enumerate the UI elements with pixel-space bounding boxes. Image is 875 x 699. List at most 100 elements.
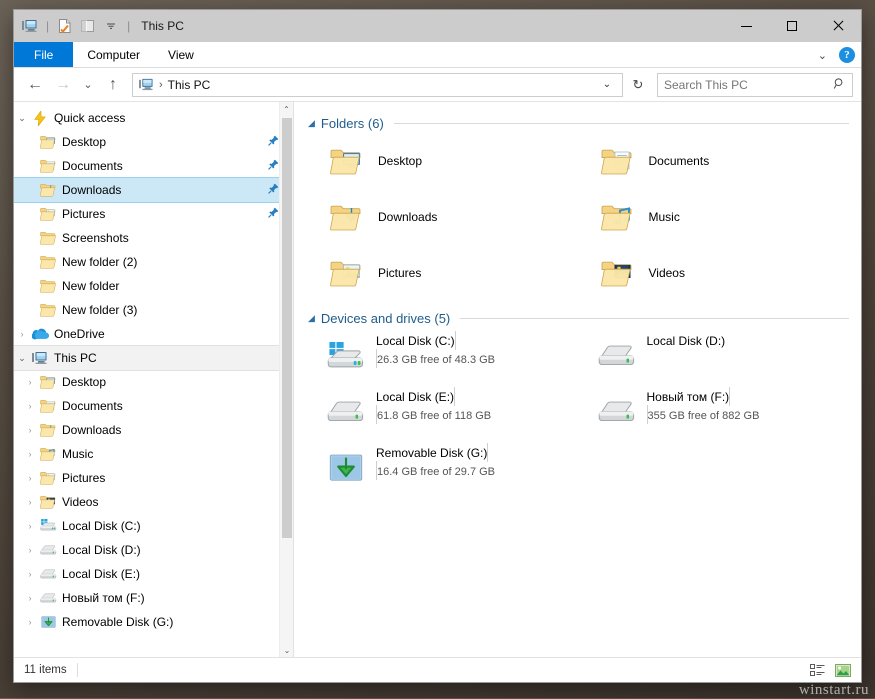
tab-view[interactable]: View	[154, 42, 208, 67]
nav-scrollbar[interactable]: ⌃ ⌄	[279, 102, 293, 657]
up-button[interactable]: ↑	[100, 72, 126, 98]
tree-item-label: Local Disk (E:)	[62, 567, 140, 581]
tree-item-downloads[interactable]: Downloads	[14, 178, 293, 202]
chevron-right-icon[interactable]: ›	[22, 401, 38, 411]
tree-item-removable-disk-g[interactable]: ›Removable Disk (G:)	[14, 610, 293, 634]
folder-tile[interactable]: Downloads	[308, 189, 579, 245]
tree-item-local-disk-d[interactable]: ›Local Disk (D:)	[14, 538, 293, 562]
expand-ribbon-icon[interactable]: ⌄	[814, 49, 831, 62]
tree-item-documents[interactable]: Documents	[14, 154, 293, 178]
folder-documents-icon	[38, 159, 58, 173]
tree-item-downloads[interactable]: › Downloads	[14, 418, 293, 442]
folder-tile[interactable]: Desktop	[308, 133, 579, 189]
address-dropdown-icon[interactable]: ⌄	[596, 79, 618, 90]
tree-item-screenshots[interactable]: Screenshots	[14, 226, 293, 250]
pin-icon[interactable]	[268, 207, 279, 221]
refresh-button[interactable]: ↻	[625, 73, 651, 97]
window-controls	[723, 10, 861, 42]
folder-tile[interactable]: Documents	[579, 133, 850, 189]
drive-tile[interactable]: Local Disk (C:)26.3 GB free of 48.3 GB	[308, 328, 579, 384]
properties-icon[interactable]	[55, 16, 75, 36]
title-bar: | | This PC	[14, 10, 861, 42]
chevron-right-icon[interactable]: ›	[22, 425, 38, 435]
drive-tile[interactable]: Local Disk (E:)61.8 GB free of 118 GB	[308, 384, 579, 440]
drive-tile[interactable]: Новый том (F:)355 GB free of 882 GB	[579, 384, 850, 440]
chevron-right-icon[interactable]: ›	[22, 593, 38, 603]
tree-item-desktop[interactable]: Desktop	[14, 130, 293, 154]
drive-free-space: 16.4 GB free of 29.7 GB	[377, 466, 495, 478]
scroll-down-icon[interactable]: ⌄	[280, 643, 294, 657]
folder-tile[interactable]: Pictures	[308, 245, 579, 301]
chevron-right-icon[interactable]: ›	[22, 449, 38, 459]
tree-item-new-folder-2[interactable]: New folder (2)	[14, 250, 293, 274]
drive-tile[interactable]: Local Disk (D:)	[579, 328, 850, 384]
window-title: This PC	[141, 19, 184, 33]
group-header-folders[interactable]: ◢ Folders (6)	[308, 116, 849, 131]
scroll-thumb[interactable]	[282, 118, 292, 538]
collapse-triangle-icon[interactable]: ◢	[308, 313, 315, 324]
chevron-right-icon[interactable]: ›	[22, 497, 38, 507]
chevron-right-icon[interactable]: ›	[22, 521, 38, 531]
recent-locations-button[interactable]: ⌄	[78, 72, 98, 98]
pin-icon[interactable]	[268, 183, 279, 197]
this-pc-icon[interactable]	[20, 16, 40, 36]
tab-computer[interactable]: Computer	[73, 42, 154, 67]
help-icon[interactable]: ?	[839, 47, 855, 63]
address-bar: ← → ⌄ ↑ › This PC ⌄ ↻ Search This PC	[14, 68, 861, 102]
chevron-down-icon[interactable]: ⌄	[14, 113, 30, 124]
tree-item-f[interactable]: ›Новый том (F:)	[14, 586, 293, 610]
chevron-right-icon[interactable]: ›	[22, 377, 38, 387]
site-watermark: winstart.ru	[799, 682, 869, 699]
chevron-right-icon[interactable]: ›	[22, 569, 38, 579]
tree-item-this-pc[interactable]: ⌄ This PC	[14, 346, 293, 370]
tab-file[interactable]: File	[14, 42, 73, 67]
back-button[interactable]: ←	[22, 72, 48, 98]
tree-item-pictures[interactable]: ›Pictures	[14, 466, 293, 490]
maximize-button[interactable]	[769, 10, 815, 42]
tree-item-local-disk-c[interactable]: ›Local Disk (C:)	[14, 514, 293, 538]
tree-item-pictures[interactable]: Pictures	[14, 202, 293, 226]
new-folder-icon[interactable]	[78, 16, 98, 36]
tree-item-new-folder-3[interactable]: New folder (3)	[14, 298, 293, 322]
chevron-right-icon[interactable]: ›	[22, 473, 38, 483]
address-breadcrumb-field[interactable]: › This PC ⌄	[132, 73, 623, 97]
minimize-button[interactable]	[723, 10, 769, 42]
breadcrumb-this-pc[interactable]: This PC	[168, 78, 211, 92]
customize-chevron-icon[interactable]	[101, 16, 121, 36]
search-box[interactable]: Search This PC	[657, 73, 853, 97]
large-icons-view-icon[interactable]	[833, 661, 853, 680]
close-button[interactable]	[815, 10, 861, 42]
tree-item-videos[interactable]: ›Videos	[14, 490, 293, 514]
scroll-up-icon[interactable]: ⌃	[280, 102, 293, 116]
chevron-down-icon[interactable]: ⌄	[14, 353, 30, 364]
group-header-devices[interactable]: ◢ Devices and drives (5)	[308, 311, 849, 326]
chevron-right-icon[interactable]: ›	[22, 545, 38, 555]
view-toggle-group	[807, 658, 853, 683]
tree-item-label: Downloads	[62, 423, 121, 437]
tree-item-label: This PC	[54, 351, 97, 365]
collapse-triangle-icon[interactable]: ◢	[308, 118, 315, 129]
tree-item-music[interactable]: › Music	[14, 442, 293, 466]
search-icon[interactable]	[833, 77, 846, 93]
tree-item-documents[interactable]: ›Documents	[14, 394, 293, 418]
pin-icon[interactable]	[268, 159, 279, 173]
folder-tile[interactable]: Music	[579, 189, 850, 245]
search-input[interactable]: Search This PC	[664, 78, 833, 92]
items-view: ◢ Folders (6) DesktopDocumentsDownloadsM…	[294, 102, 861, 657]
tree-item-desktop[interactable]: ›Desktop	[14, 370, 293, 394]
drive-tile[interactable]: Removable Disk (G:)16.4 GB free of 29.7 …	[308, 440, 579, 496]
tree-item-quick-access[interactable]: ⌄Quick access	[14, 106, 293, 130]
navigation-pane: ⌄Quick accessDesktopDocuments Downloads Pi…	[14, 102, 294, 657]
chevron-right-icon[interactable]: ›	[14, 329, 30, 339]
forward-button[interactable]: →	[50, 72, 76, 98]
tree-item-local-disk-e[interactable]: › Local Disk (E:)	[14, 562, 293, 586]
tree-item-new-folder[interactable]: New folder	[14, 274, 293, 298]
pin-icon[interactable]	[268, 135, 279, 149]
folder-tile[interactable]: Videos	[579, 245, 850, 301]
chevron-right-icon[interactable]: ›	[22, 617, 38, 627]
tree-item-label: Downloads	[62, 183, 121, 197]
windows-drive-icon	[38, 519, 58, 532]
tree-item-label: Music	[62, 447, 93, 461]
details-view-icon[interactable]	[807, 661, 827, 680]
tree-item-onedrive[interactable]: ›OneDrive	[14, 322, 293, 346]
